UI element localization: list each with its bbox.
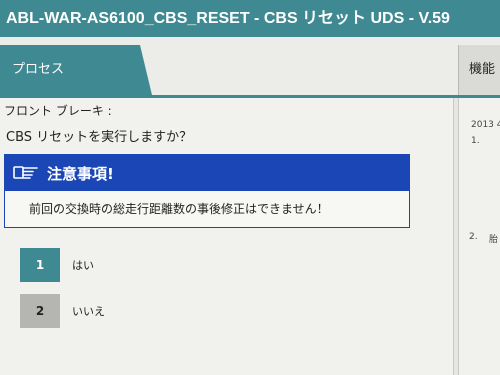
tab-process[interactable]: プロセス [0,45,152,95]
window-title: ABL-WAR-AS6100_CBS_RESET - CBS リセット UDS … [0,0,500,37]
side-panel: 2013 4 1. 2. 胎 [458,98,500,375]
caution-box: 注意事項! 前回の交換時の総走行距離数の事後修正はできません！ [4,154,410,228]
tab-strip: プロセス 機能 : [0,37,500,95]
side-item-1: 1. [471,136,480,146]
caution-header: 注意事項! [5,155,409,191]
main-panel: フロント ブレーキ : CBS リセットを実行しますか？ 注意事項! 前回の交換… [0,98,454,375]
option-yes-button[interactable]: 1 [20,248,60,282]
question-text: CBS リセットを実行しますか？ [6,130,193,145]
option-yes-label[interactable]: はい [72,257,94,273]
caution-message: 前回の交換時の総走行距離数の事後修正はできません！ [29,202,329,216]
side-date: 2013 4 [471,120,500,130]
pointing-hand-icon [13,162,39,184]
component-label: フロント ブレーキ : [4,104,112,118]
option-no-button[interactable]: 2 [20,294,60,328]
option-no-label[interactable]: いいえ [72,303,105,319]
side-item-2-text: 胎 [489,235,499,245]
side-item-2: 2. [469,232,478,242]
tab-function[interactable]: 機能 : [458,45,500,95]
caution-title: 注意事項! [47,164,114,183]
